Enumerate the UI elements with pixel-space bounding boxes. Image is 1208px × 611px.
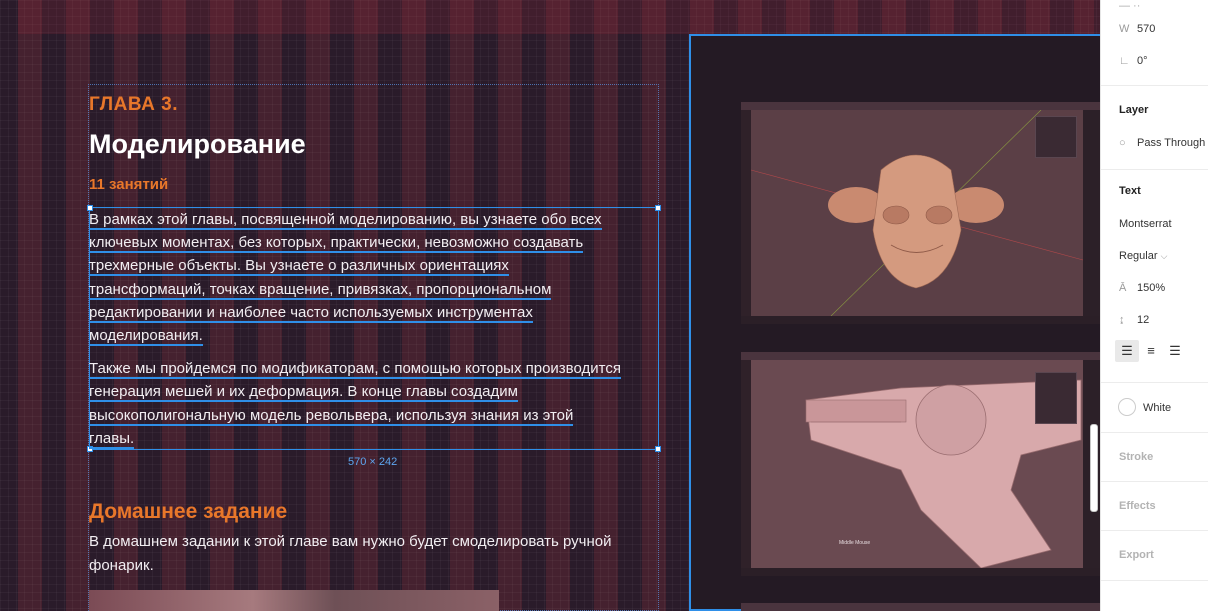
text-line: высокополигональную модель револьвера, и… bbox=[89, 406, 574, 426]
width-label: W bbox=[1119, 23, 1130, 35]
stroke-header[interactable]: Stroke bbox=[1119, 451, 1153, 463]
homework-image[interactable] bbox=[89, 590, 499, 611]
viewport bbox=[750, 109, 1084, 317]
selection-size-label: 570 × 242 bbox=[348, 456, 398, 468]
paragraph-spacing-field[interactable]: ↨ 12 bbox=[1119, 314, 1149, 326]
text-line: трансформаций, точках вращение, привязка… bbox=[89, 280, 552, 300]
top-frame-band bbox=[18, 0, 1100, 34]
layer-header: Layer bbox=[1119, 104, 1149, 116]
font-family-select[interactable]: Montserrat bbox=[1119, 218, 1172, 230]
chevron-down-icon: ⌵ bbox=[1160, 251, 1168, 261]
align-right-button[interactable]: ☰ bbox=[1163, 340, 1187, 362]
text-line: генерация мешей и их деформация. В конце… bbox=[89, 383, 518, 403]
blend-mode-icon: ○ bbox=[1119, 137, 1126, 149]
rotation-field[interactable]: ∟ 0° bbox=[1119, 55, 1148, 67]
design-canvas[interactable]: ГЛАВА 3. Моделирование 11 занятий В рамк… bbox=[0, 0, 1100, 611]
text-header: Text bbox=[1119, 185, 1141, 197]
text-line: трехмерные объекты. Вы узнаете о различн… bbox=[89, 257, 509, 277]
chapter-label[interactable]: ГЛАВА 3. bbox=[89, 94, 178, 116]
align-left-button[interactable]: ☰ bbox=[1115, 340, 1139, 362]
image-column-frame[interactable]: Middle Mouse bbox=[689, 34, 1100, 611]
properties-panel: — ·· W 570 ∟ 0° Layer ○ Pass Through Text M… bbox=[1100, 0, 1208, 611]
lessons-count[interactable]: 11 занятий bbox=[89, 176, 168, 193]
revolver-illustration bbox=[805, 379, 1082, 569]
align-right-icon: ☰ bbox=[1169, 343, 1181, 358]
blender-screenshot-revolver[interactable]: Middle Mouse bbox=[741, 352, 1100, 576]
homework-title[interactable]: Домашнее задание bbox=[89, 500, 287, 524]
align-left-icon: ☰ bbox=[1121, 343, 1133, 358]
text-line: редактировании и наиболее часто использу… bbox=[89, 303, 533, 323]
screenshot-caption: Middle Mouse bbox=[839, 540, 871, 546]
effects-header[interactable]: Effects bbox=[1119, 500, 1156, 512]
text-line: В рамках этой главы, посвященной моделир… bbox=[89, 211, 602, 230]
homework-body[interactable]: В домашнем задании к этой главе вам нужн… bbox=[89, 530, 664, 577]
text-line: ключевых моментах, без которых, практиче… bbox=[89, 234, 584, 254]
chapter-description[interactable]: В рамках этой главы, посвященной моделир… bbox=[89, 208, 664, 450]
text-line: Также мы пройдемся по модификаторам, с п… bbox=[89, 360, 621, 380]
fill-color-swatch[interactable] bbox=[1118, 398, 1136, 416]
description-paragraph-1: В рамках этой главы, посвященной моделир… bbox=[89, 208, 664, 347]
chapter-title[interactable]: Моделирование bbox=[89, 129, 306, 160]
align-center-button[interactable]: ≡ bbox=[1139, 340, 1163, 362]
blender-screenshot-partial[interactable] bbox=[741, 603, 1100, 611]
align-center-icon: ≡ bbox=[1147, 343, 1155, 358]
fill-color-name[interactable]: White bbox=[1143, 402, 1171, 414]
export-header[interactable]: Export bbox=[1119, 549, 1154, 561]
description-paragraph-2: Также мы пройдемся по модификаторам, с п… bbox=[89, 357, 664, 450]
width-field[interactable]: W 570 bbox=[1119, 23, 1155, 35]
font-weight-select[interactable]: Regular ⌵ bbox=[1119, 250, 1167, 262]
blend-mode-select[interactable]: ○ Pass Through bbox=[1119, 137, 1205, 149]
viewport bbox=[751, 360, 1083, 569]
rotation-icon: ∟ bbox=[1119, 55, 1130, 67]
line-height-icon: Ā bbox=[1119, 282, 1127, 294]
line-height-field[interactable]: Ā 150% bbox=[1119, 282, 1165, 294]
monkey-head-illustration bbox=[750, 109, 1084, 317]
canvas-scrollbar[interactable] bbox=[1090, 424, 1098, 512]
text-line: главы. bbox=[89, 429, 135, 449]
text-line: моделирования. bbox=[89, 327, 203, 347]
paragraph-spacing-icon: ↨ bbox=[1119, 314, 1125, 326]
blender-screenshot-monkey[interactable] bbox=[741, 102, 1100, 324]
y-field-cut[interactable]: — ·· bbox=[1119, 0, 1140, 12]
